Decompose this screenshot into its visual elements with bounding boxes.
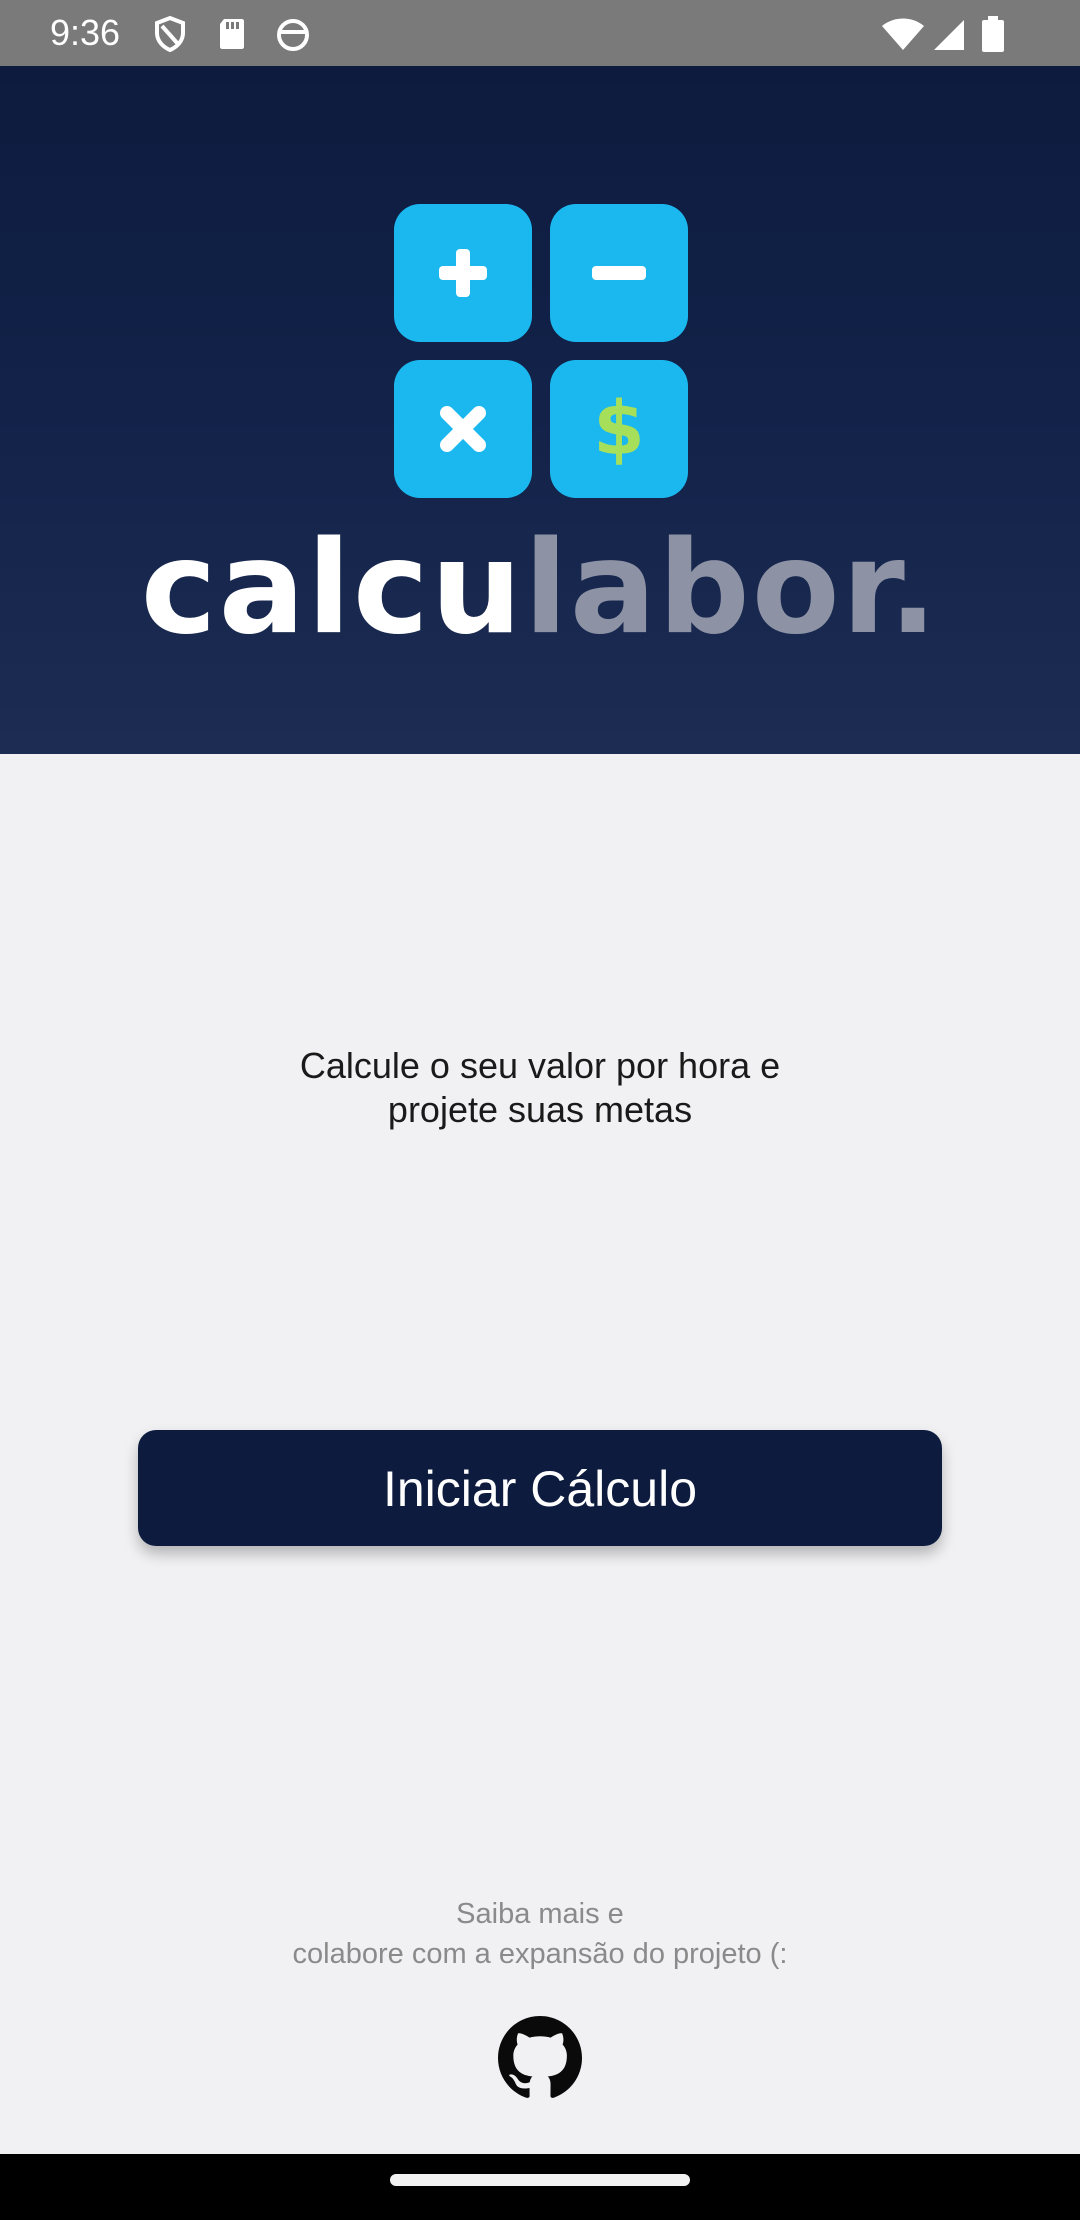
- sd-card-icon: [220, 19, 244, 49]
- tagline: Calcule o seu valor por hora e projete s…: [140, 1044, 940, 1132]
- brand-wordmark-secondary: labor.: [523, 514, 940, 663]
- footer-line-2: colabore com a expansão do projeto (:: [292, 1938, 788, 1970]
- tagline-line-1: Calcule o seu valor por hora e: [299, 1045, 781, 1086]
- signal-icon: [934, 20, 964, 50]
- wifi-icon: [882, 18, 924, 50]
- status-time: 9:36: [50, 12, 121, 53]
- navigation-bar: [0, 2154, 1080, 2220]
- minus-icon: [550, 204, 688, 342]
- header-banner: $ calculabor.: [0, 66, 1080, 754]
- tagline-line-2: projete suas metas: [387, 1089, 693, 1130]
- status-bar: 9:36: [0, 0, 1080, 66]
- plus-icon: [394, 204, 532, 342]
- footer-text: Saiba mais e colabore com a expansão do …: [140, 1894, 940, 1974]
- app-notification-icon: [277, 19, 309, 51]
- start-calculation-button[interactable]: Iniciar Cálculo: [138, 1430, 942, 1546]
- dollar-icon: $: [550, 360, 688, 498]
- shield-icon: [155, 15, 185, 53]
- battery-icon: [982, 16, 1004, 52]
- home-gesture-handle[interactable]: [390, 2174, 690, 2186]
- brand-wordmark: calculabor.: [0, 514, 1080, 664]
- app-logo: $: [394, 204, 688, 498]
- footer-line-1: Saiba mais e: [456, 1898, 624, 1930]
- svg-text:$: $: [593, 386, 645, 472]
- times-icon: [394, 360, 532, 498]
- github-icon[interactable]: [498, 2016, 582, 2100]
- brand-wordmark-primary: calcu: [140, 514, 524, 663]
